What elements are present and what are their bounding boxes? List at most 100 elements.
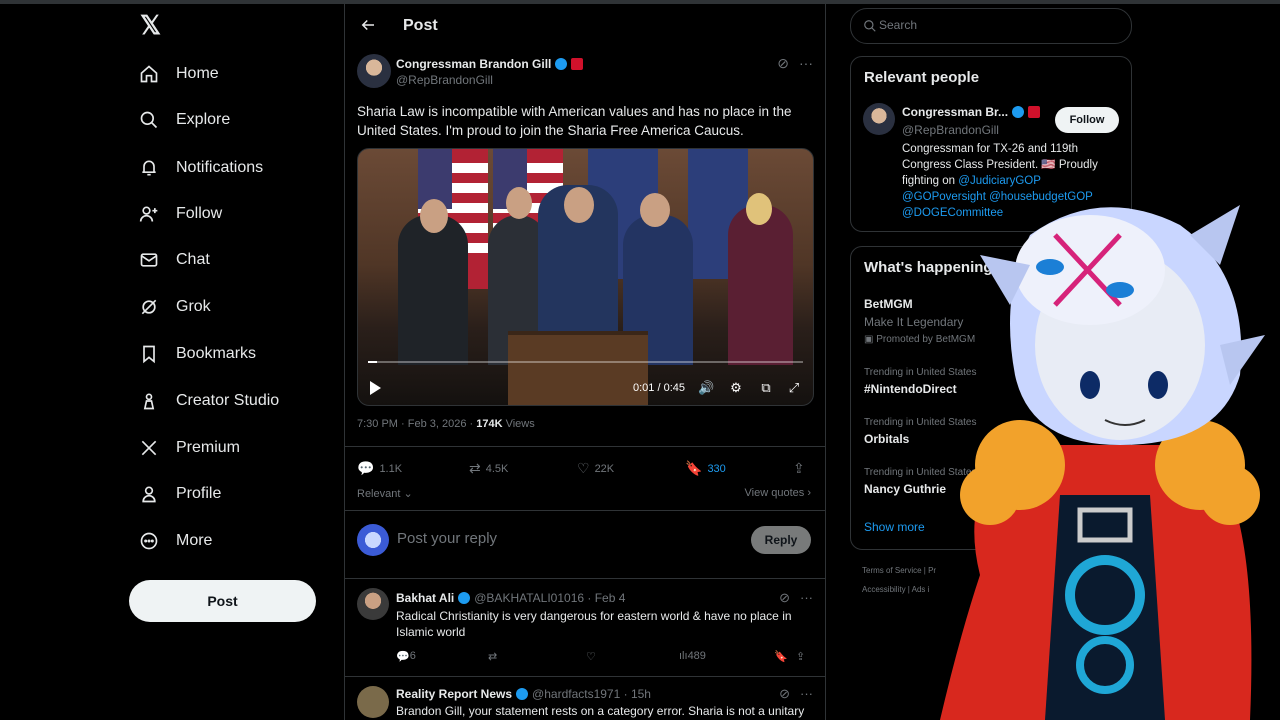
comment-handle: @BAKHATALI01016 · Feb 4 <box>474 591 626 605</box>
reply-count: 6 <box>409 650 416 662</box>
show-more-link[interactable]: Show more <box>864 520 925 534</box>
comment-author-row[interactable]: Bakhat Ali @BAKHATALI01016 · Feb 4 <box>396 591 625 605</box>
sidebar-item-premium[interactable]: Premium <box>138 428 240 468</box>
bookmark-icon <box>138 343 160 365</box>
more-options-icon[interactable]: ··· <box>799 55 813 72</box>
sidebar-item-home[interactable]: Home <box>138 54 219 94</box>
person-icon <box>138 483 160 505</box>
reply-input[interactable] <box>397 530 697 547</box>
relevant-person-name-row[interactable]: Congressman Br... <box>902 105 1041 119</box>
main-column: Post Congressman Brandon Gill @RepBrando… <box>344 0 826 720</box>
follow-button[interactable]: Follow <box>1055 107 1119 133</box>
bookmark-action[interactable]: 🔖 330 <box>685 460 726 477</box>
person-head <box>746 193 772 225</box>
views-count: 489 <box>687 650 706 662</box>
sidebar-item-label: Premium <box>176 439 241 456</box>
affiliation-badge-icon <box>571 58 584 70</box>
post-actions: 💬 1.1K ⇄ 4.5K ♡ 22K 🔖 330 ⇪ <box>357 460 813 480</box>
sidebar-item-explore[interactable]: Explore <box>138 100 230 140</box>
play-icon[interactable] <box>370 381 381 395</box>
author-avatar[interactable] <box>357 54 391 88</box>
x-logo-icon[interactable]: 𝕏 <box>140 12 166 38</box>
author-handle[interactable]: @RepBrandonGill <box>396 73 493 87</box>
user-avatar[interactable] <box>357 524 389 556</box>
reply-button[interactable]: Reply <box>751 526 811 554</box>
bio-link[interactable]: @JudiciaryGOP <box>958 175 1041 187</box>
author-name-row[interactable]: Congressman Brandon Gill <box>396 57 584 71</box>
video-player[interactable]: 0:01 / 0:45 🔊 ⚙ ⧉ ⤢ <box>357 148 814 406</box>
person-head <box>564 187 594 223</box>
views-count: 174K <box>476 418 503 430</box>
repost-count: 4.5K <box>485 462 509 475</box>
relevant-person-handle[interactable]: @RepBrandonGill <box>902 123 999 137</box>
back-arrow-icon[interactable] <box>359 16 377 34</box>
repost-icon: ⇄ <box>469 460 481 476</box>
video-time: 0:01 / 0:45 <box>633 382 685 394</box>
sidebar-item-notifications[interactable]: Notifications <box>138 148 263 188</box>
comment-actions: 💬 6 ⇄ ♡ ılı 489 🔖 ⇪ <box>396 650 806 666</box>
comment-top-actions: ⊘ ··· <box>779 686 813 702</box>
sidebar-item-label: More <box>176 532 213 549</box>
person-plus-icon <box>138 203 160 225</box>
divider <box>345 676 825 677</box>
pip-icon[interactable]: ⧉ <box>758 380 774 396</box>
bookmark-count: 330 <box>707 462 726 475</box>
divider <box>345 578 825 579</box>
sidebar-item-grok[interactable]: Grok <box>138 287 211 327</box>
views-label: Views <box>502 418 535 430</box>
ad-name[interactable]: BetMGM <box>864 297 913 311</box>
post-top-actions: ⊘ ··· <box>777 55 813 72</box>
more-options-icon[interactable]: ··· <box>800 686 813 702</box>
creator-icon <box>138 390 160 412</box>
views-action[interactable]: ılı 489 <box>679 650 706 662</box>
like-count: 22K <box>594 462 615 475</box>
grok-icon[interactable]: ⊘ <box>777 55 789 72</box>
search-input[interactable] <box>877 17 1111 33</box>
sidebar-item-label: Chat <box>176 251 210 268</box>
share-icon[interactable]: ⇪ <box>796 650 805 663</box>
sidebar-item-label: Grok <box>176 298 211 315</box>
reply-sort-dropdown[interactable]: Relevant ⌄ <box>357 487 413 500</box>
post-timestamp[interactable]: 7:30 PM · Feb 3, 2026 · <box>357 418 476 430</box>
trend-topic[interactable]: Orbitals <box>864 432 909 446</box>
divider <box>345 446 825 447</box>
comment-author-name: Bakhat Ali <box>396 591 455 605</box>
verified-badge-icon <box>1012 106 1025 118</box>
mail-icon <box>138 249 160 271</box>
repost-action[interactable]: ⇄ 4.5K <box>469 460 508 477</box>
video-progress-bar[interactable] <box>368 361 803 363</box>
reply-action[interactable]: 💬 6 <box>396 650 416 663</box>
view-quotes-link[interactable]: View quotes › <box>745 487 811 499</box>
sidebar-item-chat[interactable]: Chat <box>138 240 210 280</box>
home-icon <box>138 63 160 85</box>
like-action[interactable]: ♡ 22K <box>577 460 614 477</box>
settings-gear-icon[interactable]: ⚙ <box>728 380 744 396</box>
sidebar-item-follow[interactable]: Follow <box>138 194 222 234</box>
commenter-avatar[interactable] <box>357 588 389 620</box>
post-button[interactable]: Post <box>129 580 316 622</box>
search-bar[interactable] <box>850 8 1132 44</box>
promoted-icon: ▣ <box>864 334 877 345</box>
commenter-avatar[interactable] <box>357 686 389 718</box>
share-action[interactable]: ⇪ <box>793 460 805 477</box>
comment-handle: @hardfacts1971 · 15h <box>532 687 651 701</box>
more-options-icon[interactable]: ··· <box>800 590 813 606</box>
grok-icon[interactable]: ⊘ <box>779 590 790 606</box>
share-icon: ⇪ <box>793 460 805 476</box>
sidebar-item-profile[interactable]: Profile <box>138 474 221 514</box>
sidebar-item-bookmarks[interactable]: Bookmarks <box>138 334 256 374</box>
volume-icon[interactable]: 🔊 <box>698 380 714 396</box>
heart-icon[interactable]: ♡ <box>586 650 596 663</box>
sidebar-item-label: Profile <box>176 485 222 502</box>
sidebar-item-label: Creator Studio <box>176 392 280 409</box>
bookmark-icon[interactable]: 🔖 <box>774 650 788 663</box>
comment-text: Brandon Gill, your statement rests on a … <box>396 704 805 718</box>
comment-author-row[interactable]: Reality Report News @hardfacts1971 · 15h <box>396 687 651 701</box>
grok-icon[interactable]: ⊘ <box>779 686 790 702</box>
repost-icon[interactable]: ⇄ <box>488 650 497 663</box>
relevant-person-avatar[interactable] <box>863 103 895 135</box>
reply-action[interactable]: 💬 1.1K <box>357 460 402 477</box>
sidebar-item-more[interactable]: More <box>138 521 212 561</box>
sidebar-item-creator-studio[interactable]: Creator Studio <box>138 381 279 421</box>
fullscreen-icon[interactable]: ⤢ <box>786 380 802 396</box>
